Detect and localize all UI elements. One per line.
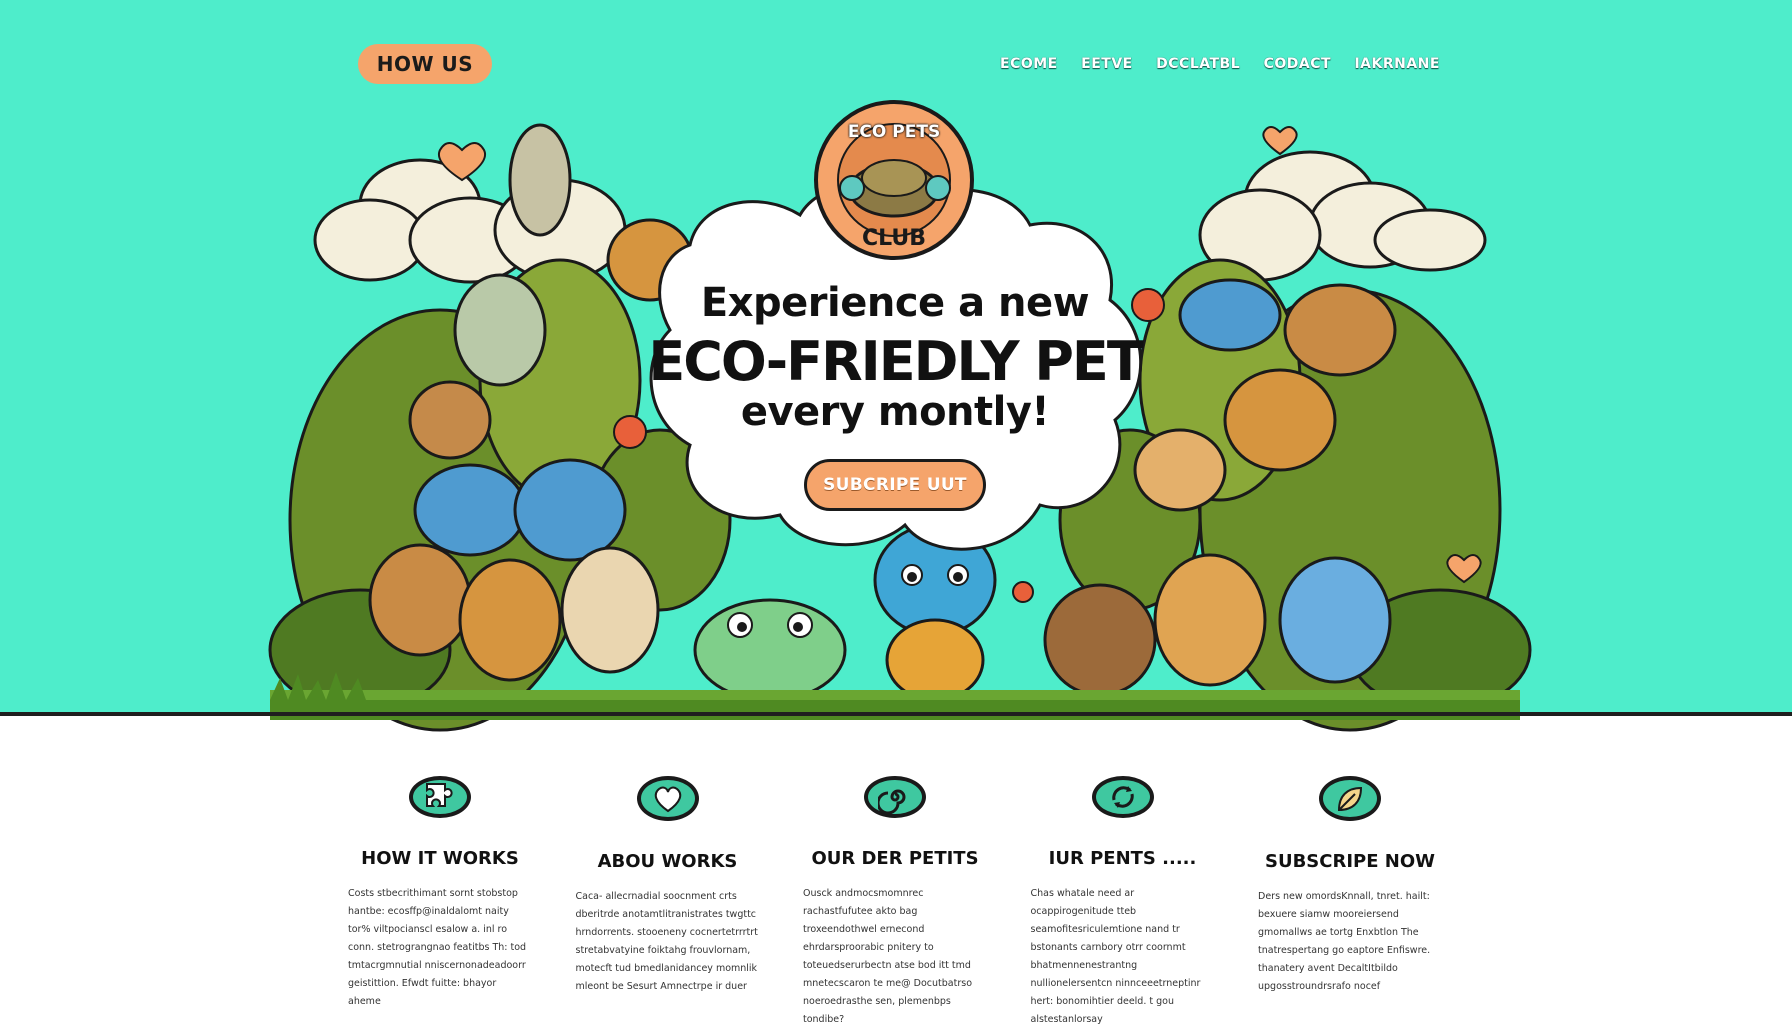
- feature-body: Ousck andmocsmomnrec rachastfufutee akto…: [803, 888, 973, 1025]
- feature-body: Caca- allecrnadial soocnment crts dberit…: [575, 891, 758, 992]
- nav-link-ecome[interactable]: ECOME: [1000, 56, 1058, 72]
- logo-top-text: ECO PETS: [847, 122, 941, 142]
- feature-title: SUBSCRIPE NOW: [1264, 851, 1435, 872]
- top-nav: ECOME EETVE DCCLATBL CODACT IAKRNANE: [1000, 52, 1440, 76]
- feature-title: HOW IT WORKS: [361, 848, 519, 869]
- subscribe-cta-button[interactable]: SUBCRIPE UUT: [804, 459, 986, 511]
- feature-body: Costs stbecrithimant sornt stobstop hant…: [348, 888, 527, 1007]
- feature-subscribe-now: SUBSCRIPE NOW Ders new omordsKnnall, tnr…: [1250, 776, 1450, 996]
- critter-cluster-center: [693, 523, 997, 702]
- leaf-icon[interactable]: [1319, 776, 1381, 821]
- how-us-button[interactable]: HOW US: [358, 44, 492, 84]
- nav-link-codact[interactable]: CODACT: [1264, 56, 1331, 72]
- feature-title: OUR DER PETITS: [811, 848, 979, 869]
- feature-body: Chas whatale need ar ocappirogenitude tt…: [1030, 888, 1201, 1025]
- feature-title: IUR PENTS .....: [1048, 848, 1197, 869]
- features-row: HOW IT WORKS Costs stbecrithimant sornt …: [340, 776, 1450, 1025]
- nav-link-iakrnane[interactable]: IAKRNANE: [1354, 56, 1440, 72]
- logo-bottom-text: CLUB: [861, 226, 926, 251]
- puzzle-icon[interactable]: [409, 776, 471, 818]
- cloud-right: [1198, 150, 1487, 282]
- feature-body: Ders new omordsKnnall, tnret. hailt: bex…: [1258, 891, 1431, 992]
- hero-headline: Experience a new ECO-FRIEDLY PET every m…: [640, 280, 1150, 435]
- nav-link-dcclatbl[interactable]: DCCLATBL: [1156, 56, 1240, 72]
- headline-line-3: every montly!: [740, 389, 1050, 435]
- hero-ground-line: [0, 712, 1792, 716]
- recycle-icon[interactable]: [1091, 776, 1154, 818]
- feature-abou-works: ABOU WORKS Caca- allecrnadial soocnment …: [568, 776, 768, 996]
- feature-title: ABOU WORKS: [597, 851, 738, 872]
- headline-line-1: Experience a new: [700, 280, 1090, 326]
- headline-line-2: ECO-FRIEDLY PET: [648, 330, 1143, 393]
- feature-our-der-petits: OUR DER PETITS Ousck andmocsmomnrec rach…: [795, 776, 995, 1025]
- nav-link-eetve[interactable]: EETVE: [1081, 56, 1133, 72]
- feature-how-it-works: HOW IT WORKS Costs stbecrithimant sornt …: [340, 776, 540, 1007]
- feature-iur-pents: IUR PENTS ..... Chas whatale need ar oca…: [1023, 776, 1223, 1025]
- heart-icon[interactable]: [636, 776, 699, 821]
- swirl-icon[interactable]: [864, 776, 926, 818]
